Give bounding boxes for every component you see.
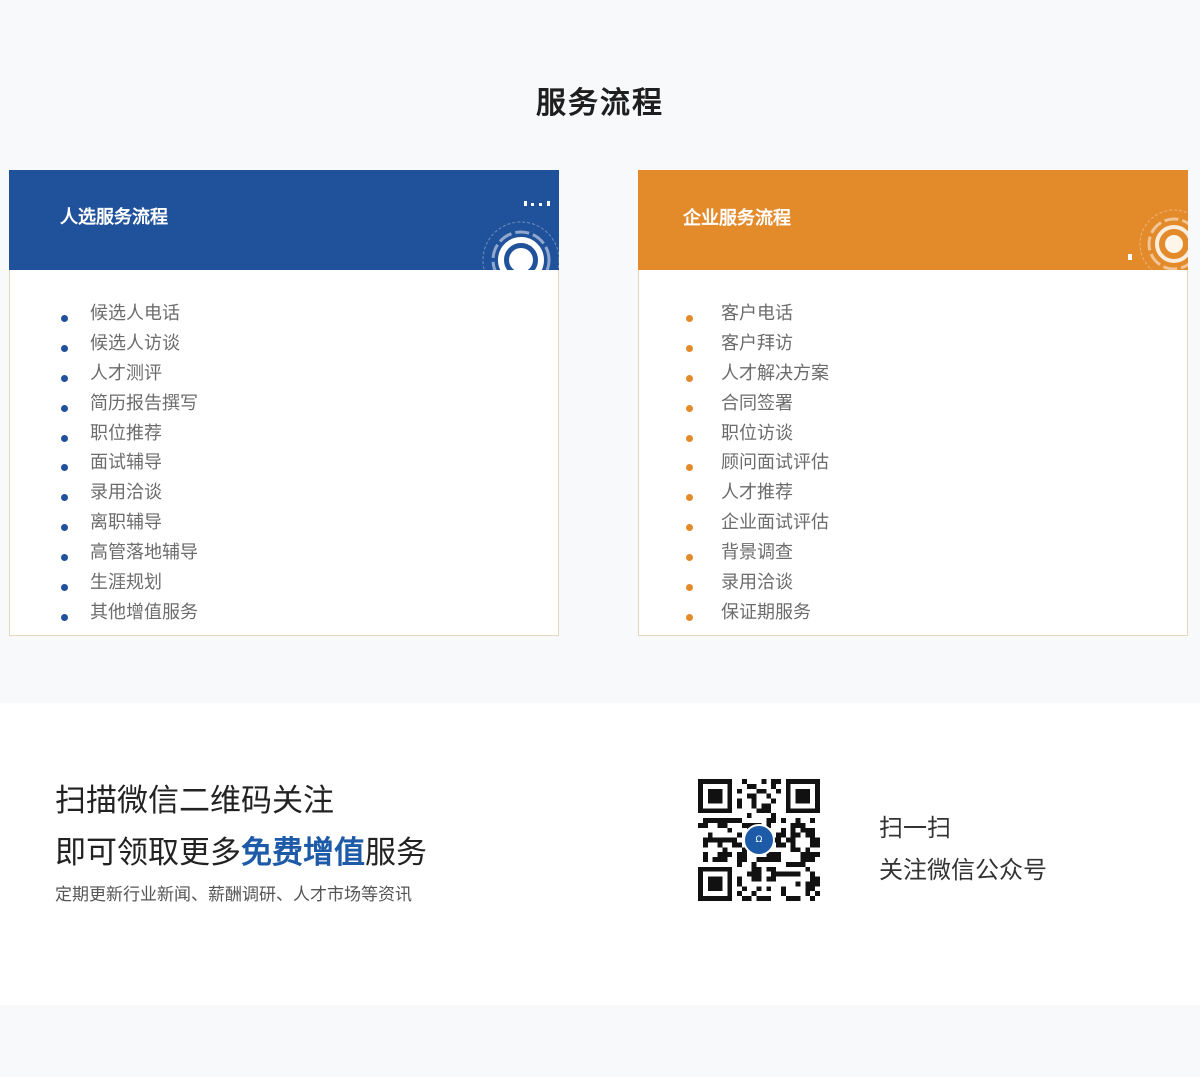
promo-heading: 扫描微信二维码关注 bbox=[55, 783, 334, 819]
promo-subheading: 即可领取更多免费增值服务 bbox=[55, 835, 427, 871]
enterprise-service-list: 客户电话 客户拜访 人才解决方案 合同签署 职位访谈 顾问面试评估 人才推荐 企… bbox=[685, 299, 829, 628]
promo-description: 定期更新行业新闻、薪酬调研、人才市场等资讯 bbox=[55, 885, 412, 905]
bullet-icon bbox=[61, 554, 68, 562]
bullet-icon bbox=[686, 464, 693, 472]
list-item: 候选人访谈 bbox=[60, 329, 198, 359]
candidate-card-title: 人选服务流程 bbox=[60, 207, 168, 228]
tech-circle-decoration-icon bbox=[1128, 209, 1188, 270]
follow-wechat-label: 关注微信公众号 bbox=[879, 856, 1047, 884]
list-item: 背景调查 bbox=[685, 538, 829, 568]
list-item: 简历报告撰写 bbox=[60, 389, 198, 419]
bullet-icon bbox=[61, 524, 68, 532]
list-item: 人才解决方案 bbox=[685, 359, 829, 389]
list-item: 生涯规划 bbox=[60, 568, 198, 598]
bullet-icon bbox=[61, 374, 68, 382]
bullet-icon bbox=[686, 554, 693, 562]
brand-logo-icon: Ω bbox=[743, 824, 775, 856]
enterprise-service-card: 企业服务流程 客户电话 客户拜访 人才解决方案 合同签署 职位访谈 顾问面试评估… bbox=[638, 170, 1188, 636]
bullet-icon bbox=[61, 434, 68, 442]
scan-label: 扫一扫 bbox=[879, 814, 951, 842]
bullet-icon bbox=[61, 584, 68, 592]
list-item: 企业面试评估 bbox=[685, 508, 829, 538]
list-item: 人才推荐 bbox=[685, 478, 829, 508]
list-item: 候选人电话 bbox=[60, 299, 198, 329]
candidate-card-header: 人选服务流程 bbox=[9, 170, 559, 270]
bullet-icon bbox=[686, 524, 693, 532]
list-item: 合同签署 bbox=[685, 389, 829, 419]
list-item: 高管落地辅导 bbox=[60, 538, 198, 568]
list-item: 职位推荐 bbox=[60, 419, 198, 449]
candidate-service-card: 人选服务流程 候选人电话 候选人访谈 人才测评 简历报告撰写 职位推荐 面试辅导… bbox=[9, 170, 559, 636]
tech-circle-decoration-icon bbox=[482, 201, 559, 270]
list-item: 其他增值服务 bbox=[60, 598, 198, 628]
list-item: 录用洽谈 bbox=[60, 478, 198, 508]
section-title: 服务流程 bbox=[536, 86, 664, 121]
promo-highlight: 免费增值 bbox=[241, 835, 365, 871]
list-item: 离职辅导 bbox=[60, 508, 198, 538]
list-item: 顾问面试评估 bbox=[685, 448, 829, 478]
list-item: 客户电话 bbox=[685, 299, 829, 329]
wechat-qr-code-icon: Ω bbox=[698, 779, 820, 901]
bullet-icon bbox=[686, 315, 693, 322]
list-item: 保证期服务 bbox=[685, 598, 829, 628]
bullet-icon bbox=[686, 404, 693, 412]
list-item: 客户拜访 bbox=[685, 329, 829, 359]
list-item: 录用洽谈 bbox=[685, 568, 829, 598]
bullet-icon bbox=[686, 613, 693, 621]
bullet-icon bbox=[61, 613, 68, 621]
bullet-icon bbox=[61, 344, 68, 352]
bullet-icon bbox=[686, 494, 693, 502]
wechat-promo-section: 扫描微信二维码关注 即可领取更多免费增值服务 定期更新行业新闻、薪酬调研、人才市… bbox=[0, 703, 1200, 1005]
bullet-icon bbox=[686, 374, 693, 382]
enterprise-card-header: 企业服务流程 bbox=[638, 170, 1188, 270]
list-item: 人才测评 bbox=[60, 359, 198, 389]
list-item: 职位访谈 bbox=[685, 419, 829, 449]
enterprise-card-title: 企业服务流程 bbox=[683, 208, 791, 229]
bullet-icon bbox=[686, 344, 693, 352]
bullet-icon bbox=[686, 434, 693, 442]
bullet-icon bbox=[61, 494, 68, 502]
bullet-icon bbox=[686, 584, 693, 592]
list-item: 面试辅导 bbox=[60, 448, 198, 478]
bullet-icon bbox=[61, 404, 68, 412]
candidate-service-list: 候选人电话 候选人访谈 人才测评 简历报告撰写 职位推荐 面试辅导 录用洽谈 离… bbox=[60, 299, 198, 628]
bullet-icon bbox=[61, 315, 68, 322]
bullet-icon bbox=[61, 464, 68, 472]
